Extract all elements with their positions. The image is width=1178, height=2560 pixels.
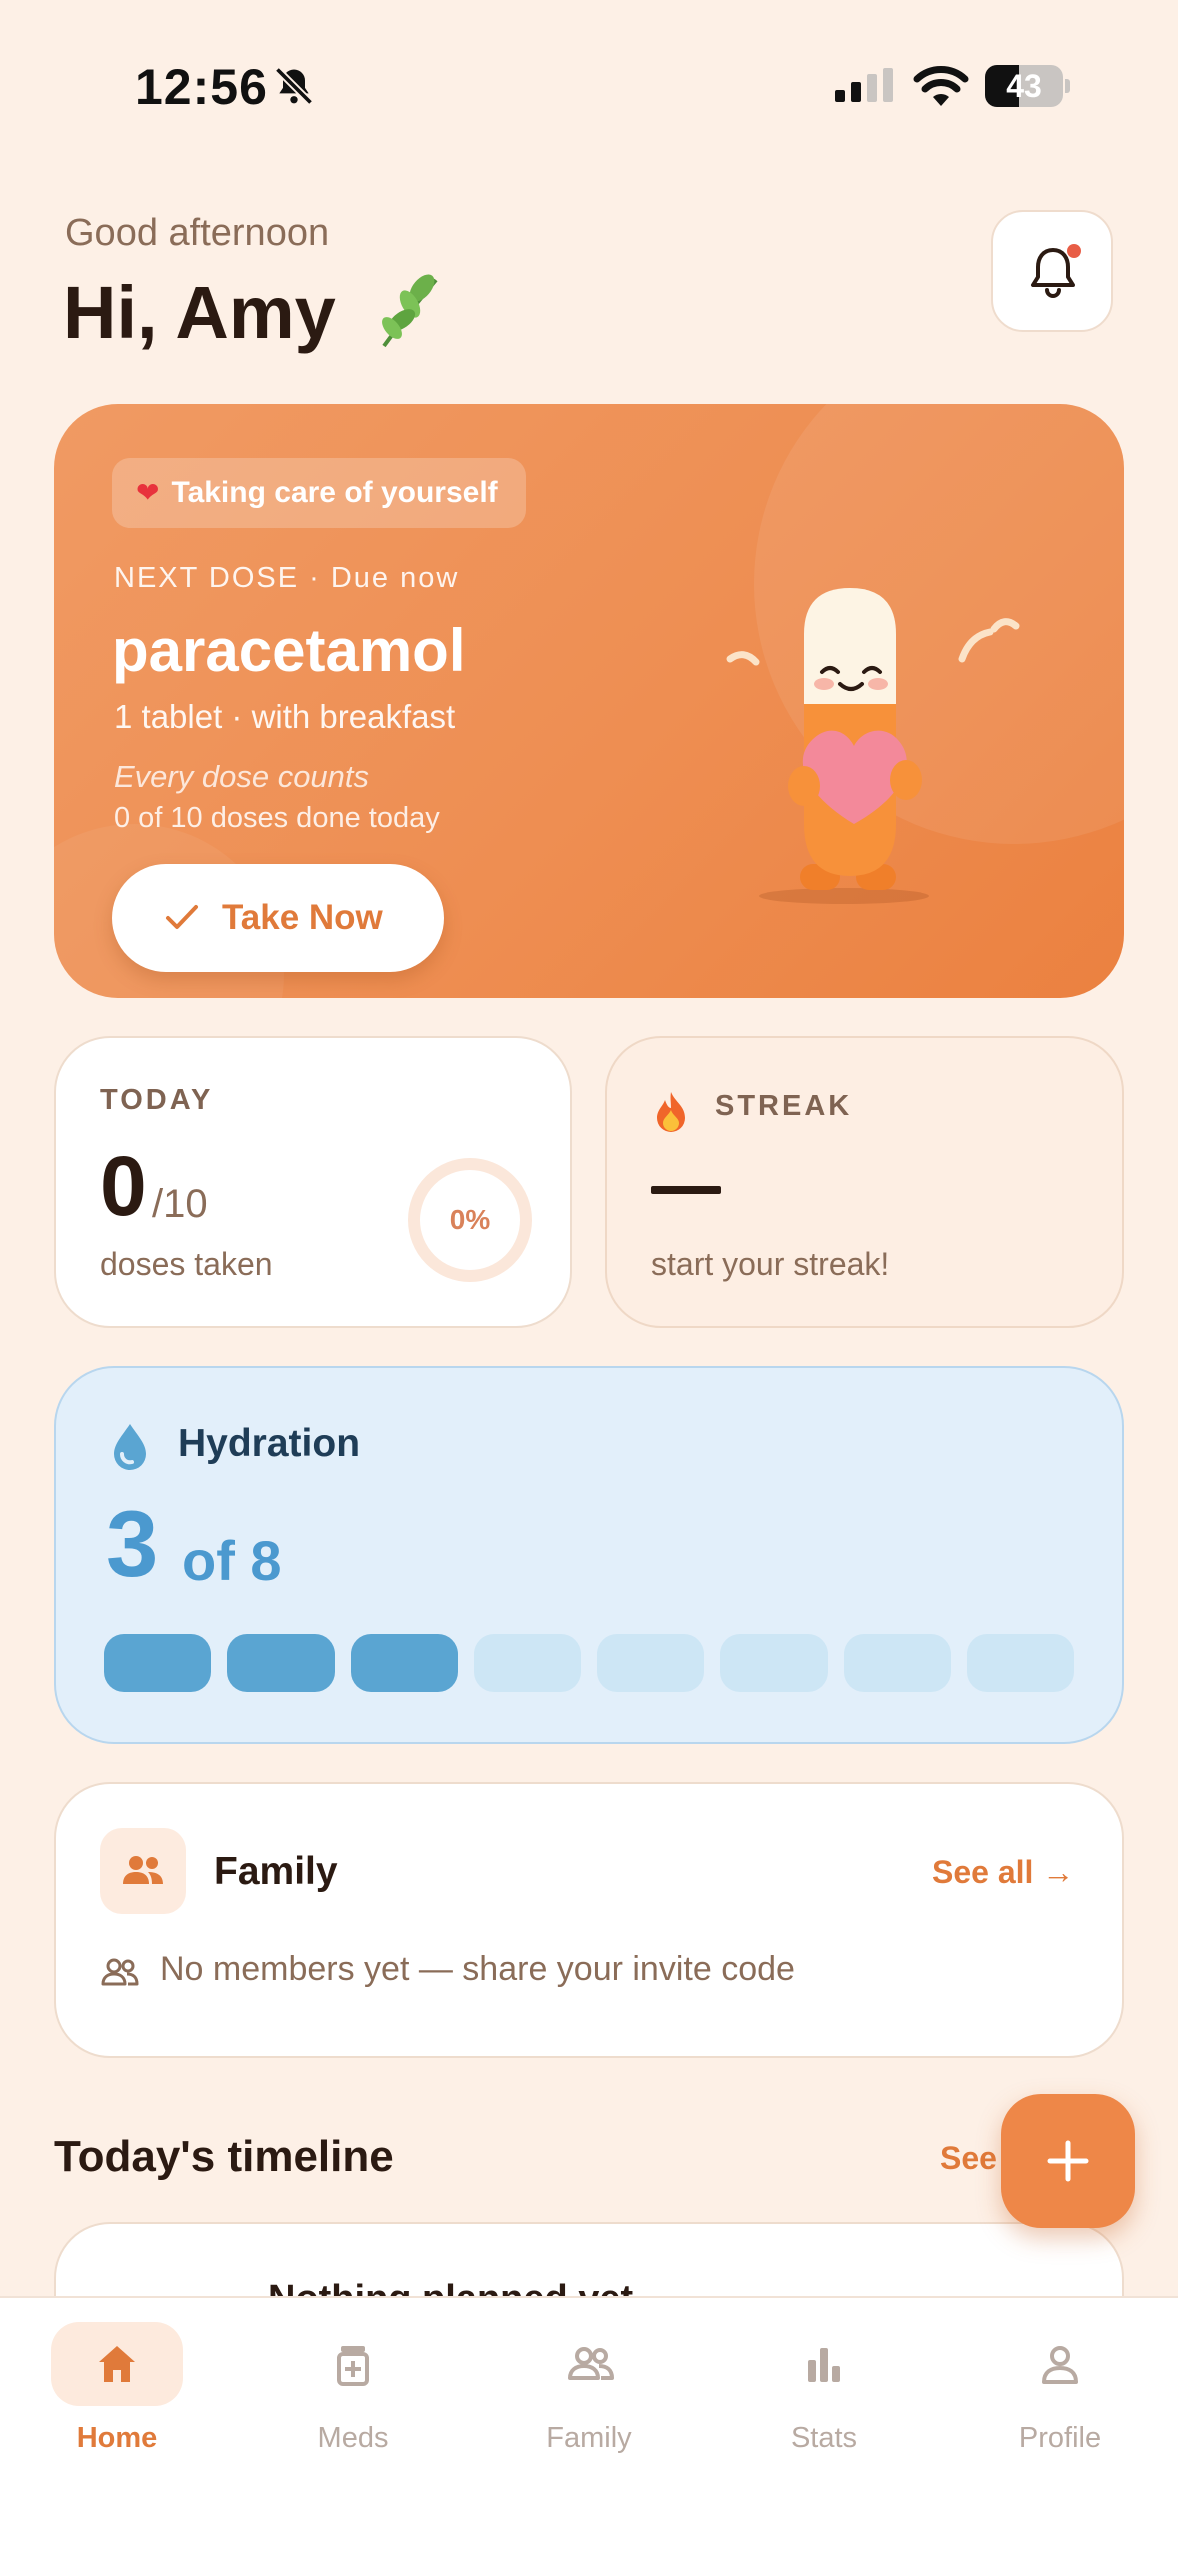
take-now-label: Take Now [222,898,383,937]
medication-name: paracetamol [112,617,466,684]
hydration-glass[interactable] [473,1634,581,1692]
family-card: Family See all → No members yet — share … [54,1782,1124,2058]
fire-icon [657,1092,685,1132]
battery-level: 43 [1006,68,1042,104]
doses-total: /10 [152,1182,208,1226]
hydration-glass[interactable] [104,1634,212,1692]
timeline-title: Today's timeline [54,2132,394,2181]
progress-percent: 0% [449,1204,491,1235]
hydration-of-total: of 8 [182,1529,282,1592]
plus-icon [1047,2140,1089,2182]
streak-card[interactable]: STREAK start your streak! [605,1036,1124,1328]
hydration-title: Hydration [178,1422,361,1465]
home-icon [99,2346,135,2382]
people-icon [568,2347,614,2380]
leaf-icon [382,274,438,348]
signal-icon [835,68,893,102]
people-outline-icon [101,1958,139,1986]
hydration-count: 3 [106,1491,159,1596]
today-sub-label: doses taken [100,1246,273,1282]
hydration-glass[interactable] [350,1634,458,1692]
check-icon [166,905,198,929]
dose-motto: Every dose counts [114,759,370,794]
nav-label-profile: Profile [1018,2422,1102,2454]
next-dose-card: ❤ Taking care of yourself NEXT DOSE · Due… [54,404,1124,998]
page-title: Hi, Amy [63,271,336,354]
take-now-button[interactable]: Take Now [112,864,444,972]
encouragement-label: Taking care of yourself [171,476,498,509]
nav-label-home: Home [76,2422,158,2454]
nav-item-home[interactable]: Home [17,2322,217,2472]
hydration-glass[interactable] [843,1634,951,1692]
hydration-glass[interactable] [227,1634,335,1692]
nav-label-meds: Meds [317,2422,389,2454]
doses-taken-count: 0 [100,1139,147,1233]
people-icon [123,1856,163,1884]
nav-item-family[interactable]: Family [489,2322,689,2472]
hydration-glasses [104,1634,1074,1692]
today-label: TODAY [100,1084,214,1116]
water-drop-icon [114,1424,146,1470]
nav-item-meds[interactable]: Meds [253,2322,453,2472]
notification-badge [1067,244,1081,258]
bar-chart-icon [808,2348,840,2382]
today-card[interactable]: TODAY 0 /10 doses taken 0% [54,1036,572,1328]
hydration-glass[interactable] [966,1634,1074,1692]
battery-icon: 43 [985,65,1070,107]
progress-ring: 0% [408,1158,532,1282]
person-icon [1042,2346,1078,2384]
nav-label-stats: Stats [790,2422,858,2454]
hydration-card[interactable]: Hydration 3 of 8 [54,1366,1124,1744]
family-icon-box [100,1828,186,1914]
next-dose-kicker: NEXT DOSE · Due now [114,562,460,594]
nav-label-family: Family [546,2422,632,2454]
hydration-glass[interactable] [597,1634,705,1692]
medicine-bottle-icon [337,2346,369,2386]
family-empty-text: No members yet — share your invite code [160,1950,795,1988]
family-title: Family [214,1850,338,1893]
greeting-text: Good afternoon [65,212,330,254]
dose-progress-text: 0 of 10 doses done today [114,802,440,834]
encouragement-pill: ❤ Taking care of yourself [112,458,526,528]
bell-off-icon [274,66,314,106]
nav-item-stats[interactable]: Stats [724,2322,924,2472]
nav-item-profile[interactable]: Profile [960,2322,1160,2472]
status-bar: 12:56 43 [0,0,1178,150]
status-time: 12:56 [135,59,268,115]
pill-mascot-illustration [726,588,1020,904]
heart-icon: ❤ [136,477,160,508]
family-see-all-link[interactable]: See all → [932,1854,1074,1891]
bottom-nav: Home Meds Family Stats Profile [0,2296,1178,2560]
dose-detail: 1 tablet · with breakfast [114,698,456,735]
notifications-button[interactable] [991,210,1113,332]
timeline-see-all-link[interactable]: See [940,2140,997,2177]
streak-label: STREAK [715,1090,853,1122]
wifi-icon [913,66,969,106]
streak-value [651,1186,721,1194]
streak-sub-label: start your streak! [651,1246,890,1282]
hydration-glass[interactable] [720,1634,828,1692]
add-medication-button[interactable] [1001,2094,1135,2228]
